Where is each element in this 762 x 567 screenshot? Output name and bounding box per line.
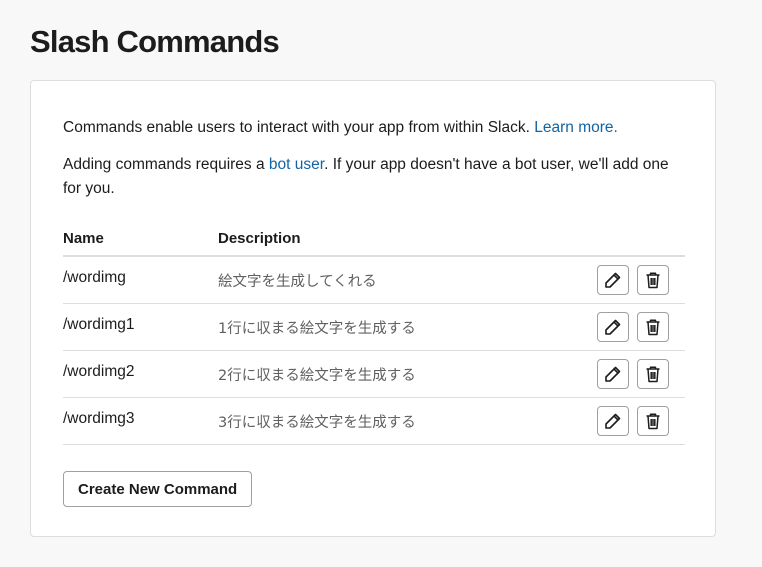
edit-command-button[interactable] xyxy=(597,406,629,436)
row-actions xyxy=(597,312,669,342)
bot-user-note-prefix: Adding commands requires a xyxy=(63,156,269,173)
edit-command-button[interactable] xyxy=(597,359,629,389)
bot-user-note: Adding commands requires a bot user. If … xyxy=(63,153,683,201)
table-row: /wordimg3 3行に収まる絵文字を生成する xyxy=(63,398,685,445)
intro-text: Commands enable users to interact with y… xyxy=(63,116,683,140)
name-column-header: Name xyxy=(63,229,104,247)
page-title: Slash Commands xyxy=(30,24,280,59)
command-description: 2行に収まる絵文字を生成する xyxy=(218,367,416,384)
row-actions xyxy=(597,265,669,295)
command-description: 3行に収まる絵文字を生成する xyxy=(218,414,416,431)
table-row: /wordimg 絵文字を生成してくれる xyxy=(63,257,685,304)
trash-icon xyxy=(646,319,660,336)
pencil-icon xyxy=(605,413,621,429)
delete-command-button[interactable] xyxy=(637,406,669,436)
command-name: /wordimg2 xyxy=(63,363,135,380)
description-column-header: Description xyxy=(218,229,301,247)
row-actions xyxy=(597,359,669,389)
command-name: /wordimg1 xyxy=(63,316,135,333)
intro-text-body: Commands enable users to interact with y… xyxy=(63,119,535,136)
commands-table: Name Description /wordimg 絵文字を生成してくれる /w… xyxy=(63,221,685,445)
delete-command-button[interactable] xyxy=(637,265,669,295)
pencil-icon xyxy=(605,272,621,288)
pencil-icon xyxy=(605,319,621,335)
table-row: /wordimg1 1行に収まる絵文字を生成する xyxy=(63,304,685,351)
command-name: /wordimg xyxy=(63,269,126,286)
edit-command-button[interactable] xyxy=(597,265,629,295)
command-description: 絵文字を生成してくれる xyxy=(218,273,377,290)
create-new-command-button[interactable]: Create New Command xyxy=(63,471,253,507)
delete-command-button[interactable] xyxy=(637,359,669,389)
table-header: Name Description xyxy=(63,221,685,257)
learn-more-link[interactable]: Learn more. xyxy=(534,119,618,136)
command-name: /wordimg3 xyxy=(63,410,135,427)
pencil-icon xyxy=(605,366,621,382)
edit-command-button[interactable] xyxy=(597,312,629,342)
trash-icon xyxy=(646,366,660,383)
command-description: 1行に収まる絵文字を生成する xyxy=(218,320,416,337)
commands-card: Commands enable users to interact with y… xyxy=(30,80,716,537)
table-row: /wordimg2 2行に収まる絵文字を生成する xyxy=(63,351,685,398)
trash-icon xyxy=(646,413,660,430)
row-actions xyxy=(597,406,669,436)
bot-user-link[interactable]: bot user xyxy=(269,156,324,173)
trash-icon xyxy=(646,272,660,289)
delete-command-button[interactable] xyxy=(637,312,669,342)
